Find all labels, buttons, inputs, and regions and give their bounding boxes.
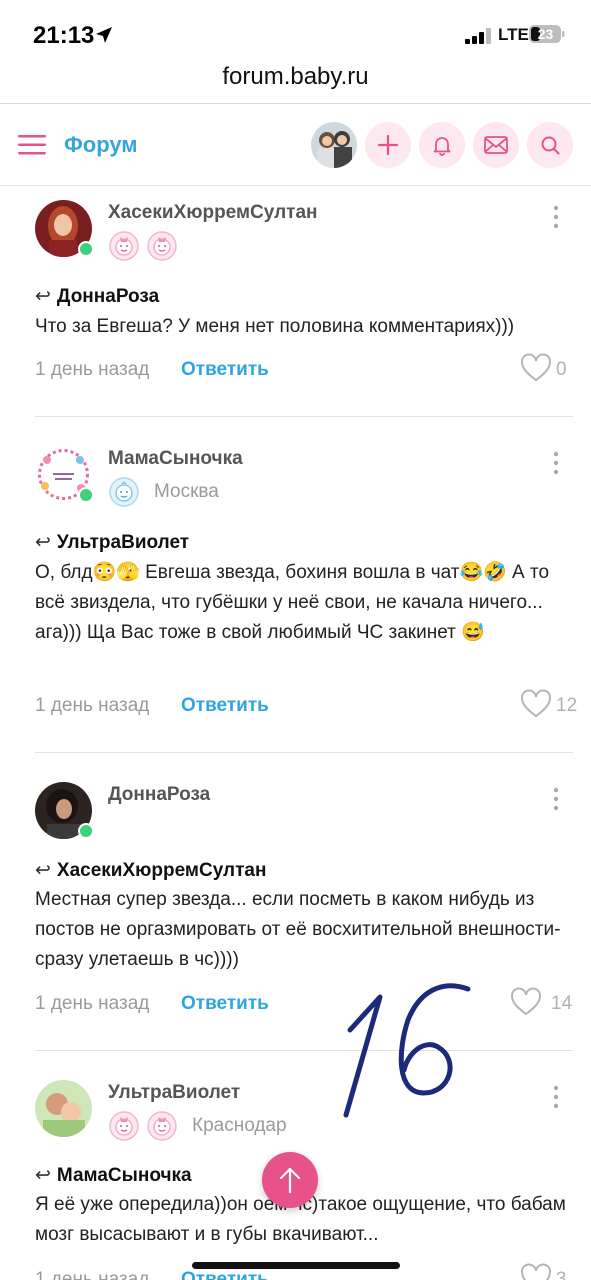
location-arrow-icon bbox=[96, 27, 112, 43]
comment-avatar-wrap[interactable] bbox=[35, 200, 94, 257]
url-bar[interactable]: forum.baby.ru bbox=[0, 60, 591, 104]
arrow-up-icon bbox=[279, 1167, 301, 1194]
bell-icon bbox=[433, 137, 451, 156]
notifications-button[interactable] bbox=[419, 122, 465, 168]
heart-icon[interactable] bbox=[520, 1263, 552, 1280]
comment-author[interactable]: ДоннаРоза bbox=[108, 784, 210, 806]
like-count: 12 bbox=[556, 695, 578, 716]
heart-icon[interactable] bbox=[520, 689, 552, 719]
reply-to-author: МамаСыночка bbox=[56, 1165, 192, 1186]
search-icon bbox=[541, 136, 560, 155]
reply-to-label[interactable]: ↩ ДоннаРоза bbox=[35, 285, 159, 308]
reply-arrow-icon: ↩ bbox=[35, 860, 51, 881]
reply-to-label[interactable]: ↩ ХасекиХюрремСултан bbox=[35, 859, 266, 882]
reply-button[interactable]: Ответить bbox=[181, 695, 269, 717]
comment-time: 1 день назад bbox=[35, 695, 150, 716]
app-header: Форум bbox=[0, 104, 591, 186]
divider bbox=[35, 1050, 573, 1051]
comment-text: Местная супер звезда... если посметь в к… bbox=[35, 889, 561, 970]
baby-girl-badge-icon bbox=[147, 231, 177, 261]
avatar bbox=[35, 1080, 92, 1137]
reply-to-author: ДоннаРоза bbox=[56, 286, 160, 307]
envelope-icon bbox=[484, 136, 508, 154]
like-count: 3 bbox=[556, 1269, 567, 1280]
divider bbox=[35, 416, 573, 417]
more-options-icon[interactable] bbox=[548, 786, 564, 812]
messages-button[interactable] bbox=[473, 122, 519, 168]
reply-arrow-icon: ↩ bbox=[35, 1165, 51, 1186]
reply-arrow-icon: ↩ bbox=[35, 532, 51, 553]
reply-button[interactable]: Ответить bbox=[181, 1269, 269, 1280]
online-indicator bbox=[78, 823, 94, 839]
user-avatar[interactable] bbox=[311, 122, 357, 168]
battery-level: 23 bbox=[537, 26, 554, 42]
reply-to-author: УльтраВиолет bbox=[56, 532, 190, 553]
comment-city: Краснодар bbox=[192, 1115, 287, 1136]
reply-to-label[interactable]: ↩ МамаСыночка bbox=[35, 1164, 192, 1187]
comment-avatar-wrap[interactable] bbox=[35, 782, 94, 839]
comment-avatar-wrap[interactable] bbox=[35, 1080, 92, 1137]
status-time: 21:13 bbox=[33, 22, 95, 49]
comment-time: 1 день назад bbox=[35, 1269, 150, 1280]
more-options-icon[interactable] bbox=[548, 1084, 564, 1110]
comment-text: Что за Евгеша? У меня нет половина комме… bbox=[35, 316, 515, 337]
heart-icon[interactable] bbox=[520, 353, 552, 383]
reply-to-label[interactable]: ↩ УльтраВиолет bbox=[35, 531, 189, 554]
more-options-icon[interactable] bbox=[548, 450, 564, 476]
plus-icon bbox=[377, 134, 399, 156]
reply-to-author: ХасекиХюрремСултан bbox=[56, 860, 267, 881]
baby-boy-badge-icon bbox=[109, 477, 139, 507]
comment-avatar-wrap[interactable] bbox=[35, 446, 94, 503]
hamburger-menu-icon[interactable] bbox=[18, 134, 46, 156]
online-indicator bbox=[78, 487, 94, 503]
reply-button[interactable]: Ответить bbox=[181, 993, 269, 1015]
search-button[interactable] bbox=[527, 122, 573, 168]
network-type: LTE bbox=[498, 25, 529, 44]
add-button[interactable] bbox=[365, 122, 411, 168]
heart-icon[interactable] bbox=[510, 987, 542, 1017]
comment-badges: Краснодар bbox=[108, 1110, 287, 1142]
baby-girl-badge-icon bbox=[109, 231, 139, 261]
scroll-to-top-button[interactable] bbox=[262, 1152, 318, 1208]
baby-girl-badge-icon bbox=[109, 1111, 139, 1141]
like-count: 14 bbox=[551, 993, 573, 1014]
home-indicator[interactable] bbox=[192, 1262, 400, 1269]
status-bar: 21:13 LTE 23 bbox=[0, 0, 591, 60]
comment-author[interactable]: УльтраВиолет bbox=[108, 1082, 240, 1104]
divider bbox=[35, 752, 573, 753]
handwritten-annotation bbox=[343, 983, 471, 1118]
reply-arrow-icon: ↩ bbox=[35, 286, 51, 307]
comment-text: О, блд😳🫣 Евгеша звезда, бохиня вошла в ч… bbox=[35, 562, 550, 643]
comment-author[interactable]: ХасекиХюрремСултан bbox=[108, 202, 318, 224]
more-options-icon[interactable] bbox=[548, 204, 564, 230]
signal-icon bbox=[465, 28, 491, 44]
comment-city: Москва bbox=[154, 481, 219, 502]
comment-badges bbox=[108, 230, 178, 262]
baby-girl-badge-icon bbox=[147, 1111, 177, 1141]
comment-time: 1 день назад bbox=[35, 993, 150, 1014]
like-count: 0 bbox=[556, 359, 567, 380]
reply-button[interactable]: Ответить bbox=[181, 359, 269, 381]
comment-time: 1 день назад bbox=[35, 359, 150, 380]
forum-title[interactable]: Форум bbox=[64, 132, 138, 158]
comment-badges: Москва bbox=[108, 476, 219, 508]
comment-author[interactable]: МамаСыночка bbox=[108, 448, 243, 470]
online-indicator bbox=[78, 241, 94, 257]
